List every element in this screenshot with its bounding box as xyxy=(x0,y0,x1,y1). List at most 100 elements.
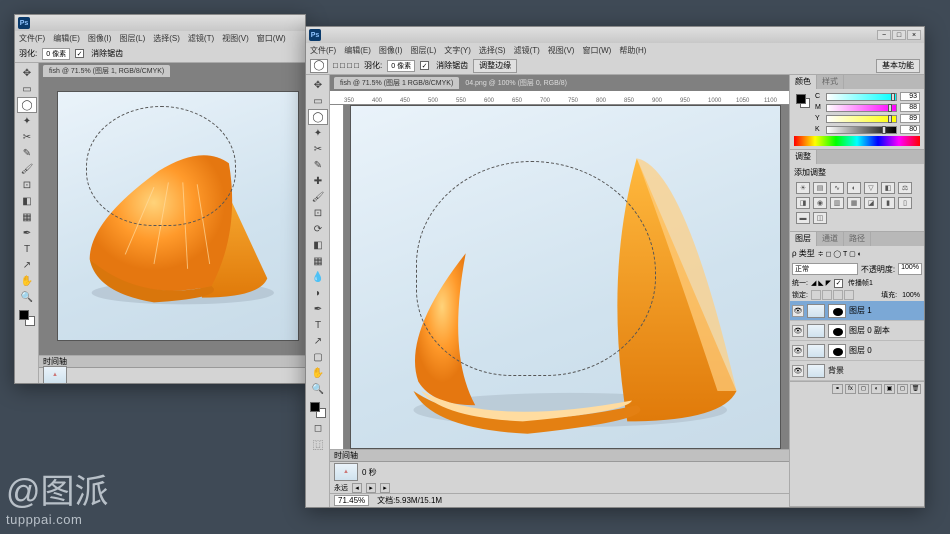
new-adjustment-button[interactable]: ◐ xyxy=(871,384,882,394)
color-slider[interactable] xyxy=(826,93,897,101)
menu-window[interactable]: 窗口(W) xyxy=(582,45,611,56)
frame-thumbnail[interactable]: ▲ xyxy=(334,463,358,481)
menu-filter[interactable]: 滤镜(T) xyxy=(514,45,540,56)
minimize-button[interactable]: − xyxy=(877,30,891,40)
fg-bg-swatch[interactable] xyxy=(308,400,328,420)
fg-bg-swatch[interactable] xyxy=(17,308,37,328)
menu-view[interactable]: 视图(V) xyxy=(222,33,249,44)
marquee-tool[interactable]: ▭ xyxy=(17,81,37,97)
adj-curves-icon[interactable]: ∿ xyxy=(830,182,844,194)
layer-thumbnail[interactable] xyxy=(807,324,825,338)
menu-file[interactable]: 文件(F) xyxy=(310,45,336,56)
adj-brightness-icon[interactable]: ☀ xyxy=(796,182,810,194)
adj-mixer-icon[interactable]: ▥ xyxy=(830,197,844,209)
eraser-tool[interactable]: ◧ xyxy=(17,193,37,209)
color-swatch[interactable] xyxy=(794,92,812,110)
dodge-tool[interactable]: ◗ xyxy=(308,285,328,301)
close-button[interactable]: × xyxy=(907,30,921,40)
stamp-tool[interactable]: ⊡ xyxy=(17,177,37,193)
paths-tab[interactable]: 路径 xyxy=(844,232,871,246)
document-tab-2[interactable]: 04.png @ 100% (图层 0, RGB/8) xyxy=(459,77,573,89)
menu-select[interactable]: 选择(S) xyxy=(153,33,180,44)
layer-item[interactable]: 👁 图层 1 xyxy=(790,301,924,321)
menu-window[interactable]: 窗口(W) xyxy=(257,33,286,44)
channel-value-input[interactable]: 89 xyxy=(900,114,920,123)
loop-dropdown[interactable]: 永远 xyxy=(334,483,348,493)
menu-help[interactable]: 帮助(H) xyxy=(619,45,646,56)
eyedropper-tool[interactable]: ✎ xyxy=(308,157,328,173)
menu-image[interactable]: 图像(I) xyxy=(379,45,403,56)
eraser-tool[interactable]: ◧ xyxy=(308,237,328,253)
layer-item[interactable]: 👁背景 xyxy=(790,361,924,381)
adj-threshold-icon[interactable]: ▯ xyxy=(898,197,912,209)
zoom-input[interactable]: 71.45% xyxy=(334,495,369,506)
heal-tool[interactable]: ✚ xyxy=(308,173,328,189)
pen-tool[interactable]: ✒ xyxy=(17,225,37,241)
visibility-toggle-icon[interactable]: 👁 xyxy=(792,305,804,317)
screenmode-toggle[interactable]: ⿶ xyxy=(308,436,328,452)
channels-tab[interactable]: 通道 xyxy=(817,232,844,246)
hand-tool[interactable]: ✋ xyxy=(308,365,328,381)
brush-tool[interactable]: 🖌 xyxy=(17,161,37,177)
channel-value-input[interactable]: 93 xyxy=(900,92,920,101)
spectrum-bar[interactable] xyxy=(794,136,920,146)
add-mask-button[interactable]: ◻ xyxy=(858,384,869,394)
stamp-tool[interactable]: ⊡ xyxy=(308,205,328,221)
adj-exposure-icon[interactable]: ◐ xyxy=(847,182,861,194)
opacity-input[interactable]: 100% xyxy=(898,263,922,275)
feather-input[interactable]: 0 像素 xyxy=(387,60,415,72)
path-sel-tool[interactable]: ↗ xyxy=(308,333,328,349)
marquee-tool[interactable]: ▭ xyxy=(308,93,328,109)
link-layers-button[interactable]: ⚭ xyxy=(832,384,843,394)
layer-name-label[interactable]: 背景 xyxy=(828,365,844,376)
color-slider[interactable] xyxy=(826,104,897,112)
delete-layer-button[interactable]: 🗑 xyxy=(910,384,921,394)
swatches-tab[interactable]: 样式 xyxy=(817,75,844,89)
gradient-tool[interactable]: ▦ xyxy=(308,253,328,269)
wand-tool[interactable]: ✦ xyxy=(308,125,328,141)
layer-name-label[interactable]: 图层 0 副本 xyxy=(849,325,890,336)
eyedropper-tool[interactable]: ✎ xyxy=(17,145,37,161)
document-tab-1[interactable]: fish @ 71.5% (图层 1 RGB/8/CMYK) xyxy=(334,77,459,89)
adj-vibrance-icon[interactable]: ▽ xyxy=(864,182,878,194)
mask-thumbnail[interactable] xyxy=(828,344,846,358)
path-tool[interactable]: ↗ xyxy=(17,257,37,273)
lock-position-icon[interactable] xyxy=(833,290,843,300)
visibility-toggle-icon[interactable]: 👁 xyxy=(792,325,804,337)
layer-item[interactable]: 👁 图层 0 副本 xyxy=(790,321,924,341)
frame-thumbnail[interactable]: ▲ xyxy=(43,366,67,383)
menu-edit[interactable]: 编辑(E) xyxy=(53,33,80,44)
mask-thumbnail[interactable] xyxy=(828,324,846,338)
menu-edit[interactable]: 编辑(E) xyxy=(344,45,371,56)
menu-image[interactable]: 图像(I) xyxy=(88,33,112,44)
adjustments-tab[interactable]: 调整 xyxy=(790,150,817,164)
color-slider[interactable] xyxy=(826,126,897,134)
layers-tab[interactable]: 图层 xyxy=(790,232,817,246)
adj-bw-icon[interactable]: ◨ xyxy=(796,197,810,209)
brush-tool[interactable]: 🖌 xyxy=(308,189,328,205)
layer-name-label[interactable]: 图层 1 xyxy=(849,305,872,316)
prev-frame-button[interactable]: ◂ xyxy=(352,483,362,493)
menu-filter[interactable]: 滤镜(T) xyxy=(188,33,214,44)
play-button[interactable]: ▸ xyxy=(366,483,376,493)
workspace-dropdown[interactable]: 基本功能 xyxy=(876,59,920,73)
menu-layer[interactable]: 图层(L) xyxy=(410,45,436,56)
document-tab[interactable]: fish @ 71.5% (图层 1, RGB/8/CMYK) xyxy=(43,65,170,77)
fill-input[interactable]: 100% xyxy=(900,292,922,299)
move-tool[interactable]: ✥ xyxy=(17,65,37,81)
adj-balance-icon[interactable]: ⚖ xyxy=(898,182,912,194)
adj-gradient-map-icon[interactable]: ▬ xyxy=(796,212,810,224)
layer-thumbnail[interactable] xyxy=(807,304,825,318)
zoom-tool[interactable]: 🔍 xyxy=(308,381,328,397)
menu-view[interactable]: 视图(V) xyxy=(548,45,575,56)
crop-tool[interactable]: ✂ xyxy=(308,141,328,157)
layer-name-label[interactable]: 图层 0 xyxy=(849,345,872,356)
canvas[interactable] xyxy=(350,105,781,449)
blend-mode-select[interactable]: 正常 xyxy=(792,263,858,275)
titlebar[interactable]: Ps − □ × xyxy=(306,27,924,43)
gradient-tool[interactable]: ▦ xyxy=(17,209,37,225)
adj-lookup-icon[interactable]: ▦ xyxy=(847,197,861,209)
adj-photo-filter-icon[interactable]: ◉ xyxy=(813,197,827,209)
new-group-button[interactable]: ▣ xyxy=(884,384,895,394)
menu-file[interactable]: 文件(F) xyxy=(19,33,45,44)
